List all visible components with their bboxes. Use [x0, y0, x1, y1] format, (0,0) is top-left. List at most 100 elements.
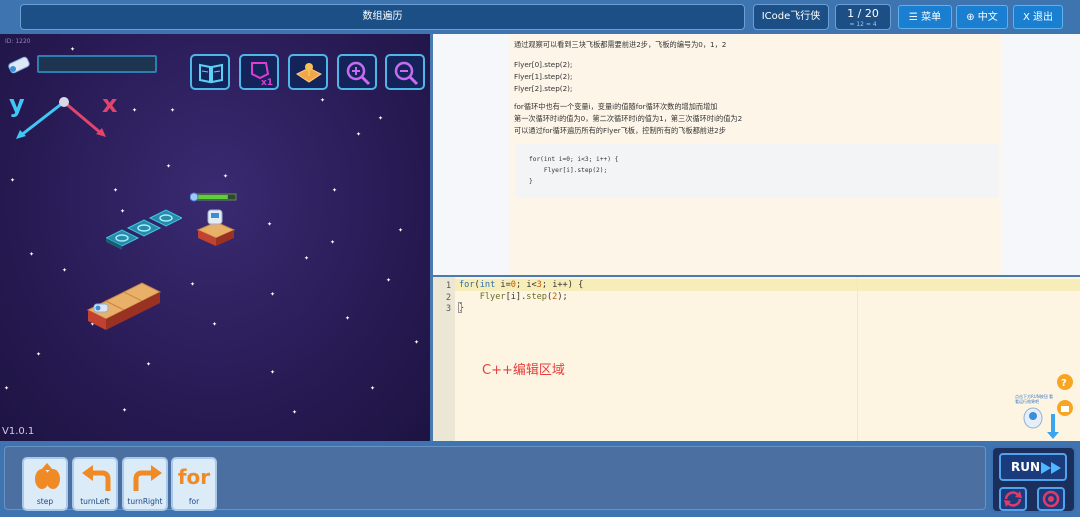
star: ✦ — [345, 315, 351, 322]
helper-text: 点击下方RUN按钮 看看运行效果吧 — [1015, 394, 1053, 404]
for-icon: for — [177, 465, 211, 489]
star: ✦ — [113, 187, 119, 194]
version-label: V1.0.1 — [2, 426, 35, 437]
turn-right-command[interactable]: turnRight — [122, 457, 168, 511]
axis-indicator: y x — [6, 90, 126, 170]
helper-mascot[interactable]: ? 点击下方RUN按钮 看看运行效果吧 — [1013, 372, 1077, 440]
command-label: step — [36, 497, 54, 506]
star: ✦ — [122, 407, 128, 414]
wooden-tiles — [86, 270, 162, 346]
flyer-tiles — [104, 206, 184, 260]
health-bar — [195, 195, 228, 199]
instruction-text: 第一次循环时i的值为0，第二次循环时i的值为1，第三次循环时i的值为2 — [514, 114, 743, 123]
star: ✦ — [304, 255, 310, 262]
star: ✦ — [267, 221, 273, 228]
star: ✦ — [70, 46, 76, 53]
turn-left-command[interactable]: turnLeft — [72, 457, 118, 511]
code-example-line: for(int i=0; i<3; i++) { — [529, 156, 619, 163]
line-number: 2 — [445, 292, 451, 302]
instruction-text: Flyer[2].step(2); — [514, 84, 573, 93]
line-number: 1 — [445, 280, 451, 290]
svg-text:?: ? — [1061, 378, 1067, 389]
instruction-text: Flyer[1].step(2); — [514, 72, 573, 81]
page-title: 数组遍历 — [20, 4, 745, 30]
axis-x-label: x — [102, 90, 118, 118]
star: ✦ — [29, 251, 35, 258]
star: ✦ — [320, 97, 326, 104]
turn-left-icon — [82, 465, 111, 491]
level-indicator[interactable]: 1 / 20 ≈ 12 ≈ 4 — [835, 4, 891, 30]
command-label: for — [188, 497, 200, 506]
run-controls: RUN — [991, 446, 1076, 513]
zoom-in-icon[interactable] — [337, 54, 377, 90]
instructions-panel: 通过观察可以看到三块飞板都需要前进2步，飞板的编号为0，1，2 Flyer[0]… — [433, 34, 1080, 275]
progress-bar — [37, 55, 157, 73]
player-robot — [189, 192, 240, 262]
code-example-line: } — [529, 178, 533, 185]
step-icon — [35, 463, 60, 489]
run-button[interactable]: RUN — [999, 453, 1067, 481]
line-number: 3 — [445, 303, 451, 313]
star: ✦ — [223, 173, 229, 180]
level-stats: ≈ 12 ≈ 4 — [849, 21, 877, 28]
clear-icon[interactable]: x1 — [239, 54, 279, 90]
star: ✦ — [170, 107, 176, 114]
language-button[interactable]: ⊕ 中文 — [956, 5, 1008, 29]
instruction-text: 通过观察可以看到三块飞板都需要前进2步，飞板的编号为0，1，2 — [514, 40, 727, 49]
star: ✦ — [378, 115, 384, 122]
menu-button[interactable]: ☰ 菜单 — [898, 5, 952, 29]
game-canvas[interactable]: ID: 1220 ✦ ✦ ✦ ✦ ✦ ✦ ✦ ✦ ✦ ✦ ✦ ✦ ✦ ✦ ✦ ✦… — [0, 34, 430, 441]
code-line-2[interactable]: Flyer[i].step(2); — [459, 292, 568, 302]
instruction-text: for循环中也有一个变量i，变量i的值随for循环次数的增加而增加 — [514, 102, 718, 111]
star: ✦ — [212, 321, 218, 328]
star: ✦ — [370, 385, 376, 392]
step-command[interactable]: step — [22, 457, 68, 511]
fast-forward-icon — [1041, 462, 1061, 474]
command-label: turnRight — [127, 497, 163, 506]
map-icon[interactable] — [288, 54, 328, 90]
camera-icon[interactable] — [6, 54, 32, 76]
zoom-out-icon[interactable] — [385, 54, 425, 90]
star: ✦ — [4, 385, 10, 392]
star: ✦ — [36, 351, 42, 358]
exit-button[interactable]: X 退出 — [1013, 5, 1063, 29]
star: ✦ — [292, 409, 298, 416]
star: ✦ — [270, 291, 276, 298]
star: ✦ — [62, 267, 68, 274]
star: ✦ — [10, 177, 16, 184]
instruction-text: 可以通过for循环遍历所有的Flyer飞板，控制所有的飞板都前进2步 — [514, 126, 726, 135]
code-example-line: Flyer[i].step(2); — [529, 167, 608, 174]
star: ✦ — [190, 281, 196, 288]
axis-y-label: y — [9, 90, 25, 118]
code-line-1[interactable]: for(int i=0; i<3; i++) { — [459, 280, 583, 290]
star: ✦ — [330, 239, 336, 246]
star: ✦ — [146, 361, 152, 368]
code-example: for(int i=0; i<3; i++) { Flyer[i].step(2… — [515, 144, 999, 198]
editor-area-label: C++编辑区域 — [482, 363, 565, 378]
star: ✦ — [414, 339, 420, 346]
reset-button[interactable] — [999, 487, 1027, 511]
star: ✦ — [270, 369, 276, 376]
bottom-bar: step turnLeft turnRight for for RUN — [0, 441, 1080, 517]
instruction-text: Flyer[0].step(2); — [514, 60, 573, 69]
star: ✦ — [356, 131, 362, 138]
command-label: turnLeft — [80, 497, 110, 506]
game-name-badge: ICode飞行侠 — [753, 4, 829, 30]
star: ✦ — [386, 277, 392, 284]
star: ✦ — [398, 227, 404, 234]
level-number: 1 / 20 — [847, 7, 879, 20]
refresh-icon — [1004, 491, 1022, 507]
run-label: RUN — [1011, 460, 1041, 474]
top-bar: 数组遍历 ICode飞行侠 1 / 20 ≈ 12 ≈ 4 ☰ 菜单 ⊕ 中文 … — [0, 0, 1080, 34]
text-cursor — [458, 302, 462, 313]
book-icon[interactable] — [190, 54, 230, 90]
stop-button[interactable] — [1037, 487, 1065, 511]
svg-text:x1: x1 — [261, 78, 273, 86]
star: ✦ — [332, 187, 338, 194]
turn-right-icon — [133, 465, 162, 491]
game-id: ID: 1220 — [5, 38, 31, 45]
star: ✦ — [132, 107, 138, 114]
for-command[interactable]: for for — [171, 457, 217, 511]
code-editor[interactable]: 1 2 3 for(int i=0; i<3; i++) { Flyer[i].… — [433, 277, 1080, 441]
command-palette: step turnLeft turnRight for for — [4, 446, 986, 511]
